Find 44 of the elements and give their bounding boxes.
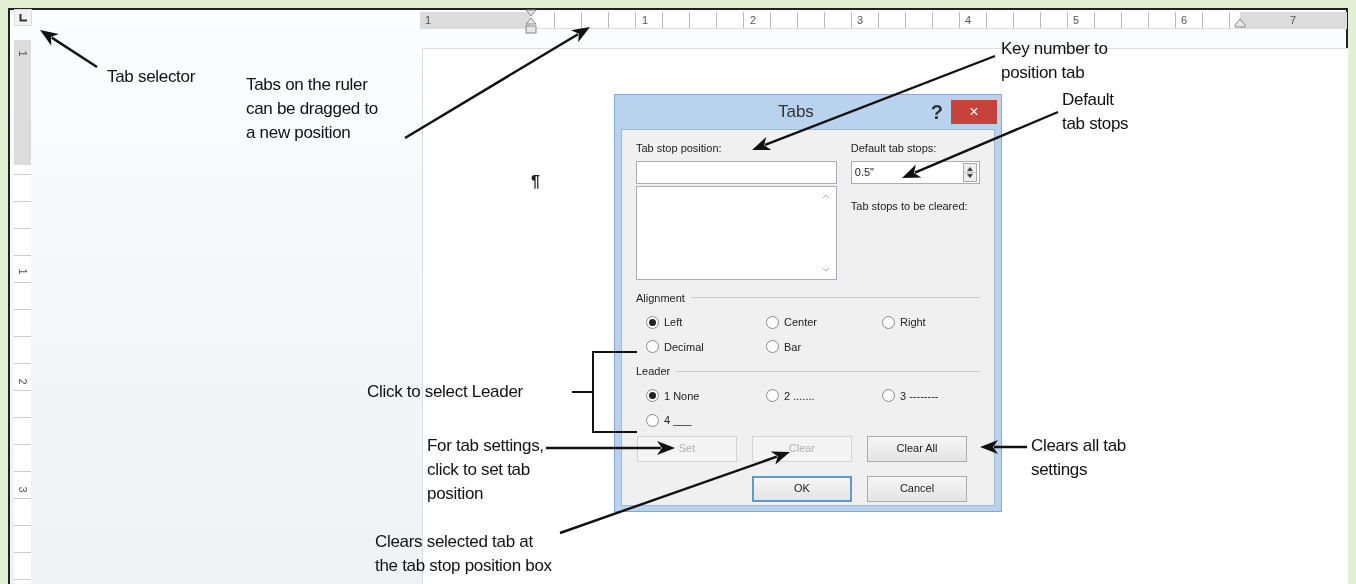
radio-label[interactable]: 1 None — [664, 387, 700, 404]
horizontal-ruler[interactable]: 1 1 2 3 4 5 6 7 — [420, 12, 1347, 29]
radio-label[interactable]: 2 ....... — [784, 387, 815, 404]
ruler-number: 7 — [1290, 15, 1297, 26]
ruler-number: 1 — [642, 15, 649, 26]
section-label: Alignment — [636, 290, 685, 306]
radio-label[interactable]: 4 ___ — [664, 412, 692, 429]
field-label: Tab stop position: — [636, 141, 723, 156]
help-button[interactable]: ? — [930, 102, 943, 122]
radio-label[interactable]: Left — [664, 314, 683, 331]
callout-text: Click to select Leader — [367, 381, 523, 403]
radio-label[interactable]: Decimal — [664, 338, 704, 355]
ok-button[interactable]: OK — [752, 475, 852, 502]
callout-text: Clears all tab settings — [1031, 435, 1126, 481]
radio-label[interactable]: Center — [784, 314, 818, 331]
field-label: Default tab stops: — [850, 141, 938, 156]
callout-text: Clears selected tab at the tab stop position box — [375, 531, 552, 577]
ruler-number: 1 — [425, 15, 432, 26]
paragraph-mark: ¶ — [531, 172, 540, 192]
section-label: Leader — [636, 364, 671, 379]
callout-text: Tabs on the ruler can be dragged to a new position — [246, 74, 378, 144]
ruler-number: 4 — [965, 15, 972, 26]
callout-text: Default tab stops — [1062, 89, 1129, 135]
radio-label[interactable]: Right — [900, 314, 926, 331]
radio-label[interactable]: 3 -------- — [900, 387, 939, 404]
ruler-number: 2 — [750, 15, 757, 26]
ruler-number: 3 — [16, 486, 28, 493]
field-label: Tab stops to be cleared: — [850, 198, 969, 214]
ruler-number: 2 — [16, 378, 28, 385]
ruler-number: 1 — [16, 50, 28, 57]
ruler-number: 1 — [16, 268, 28, 275]
close-button[interactable]: × — [951, 100, 997, 124]
callout-text: For tab settings, click to set tab position — [427, 435, 544, 505]
default-tab-stops-field[interactable]: 0.5" — [850, 160, 980, 184]
callout-text: Key number to position tab — [1001, 38, 1108, 84]
dialog-title: Tabs — [776, 101, 815, 124]
ruler-number: 3 — [857, 15, 864, 26]
cancel-button[interactable]: Cancel — [867, 475, 967, 502]
ruler-number: 6 — [1181, 15, 1188, 26]
callout-text: Tab selector — [107, 66, 196, 88]
radio-label[interactable]: Bar — [784, 338, 802, 355]
ruler-number: 5 — [1073, 15, 1080, 26]
field-value: 0.5" — [854, 164, 875, 180]
dialog-button[interactable]: Clear All — [867, 435, 967, 462]
